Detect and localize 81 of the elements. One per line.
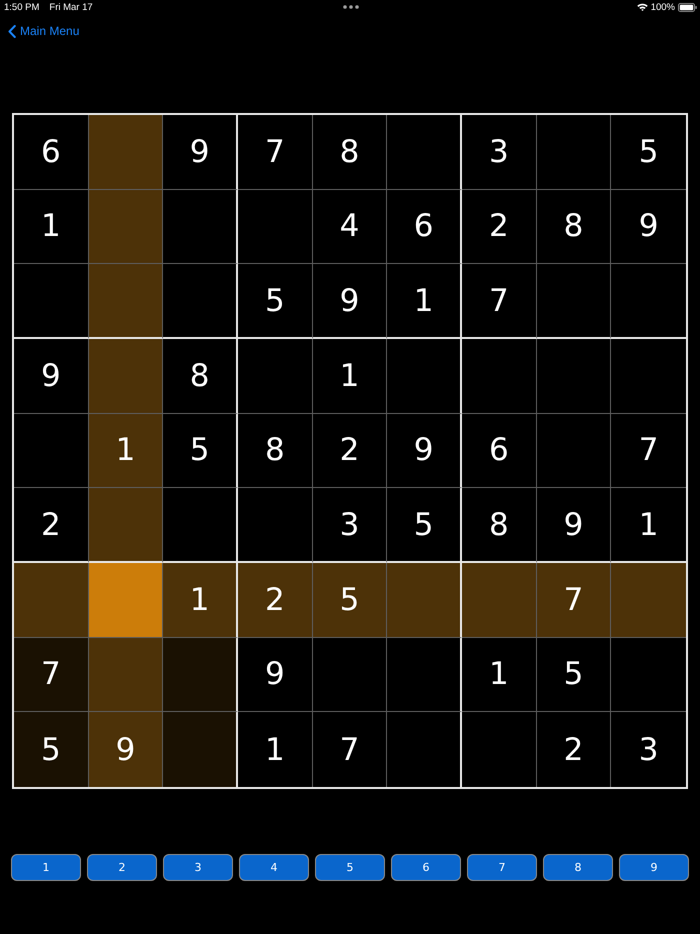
sudoku-cell[interactable]: 6 [462, 414, 537, 488]
sudoku-cell[interactable]: 5 [163, 414, 238, 488]
sudoku-cell[interactable] [312, 638, 388, 712]
number-key[interactable]: 4 [239, 854, 309, 881]
sudoku-cell[interactable]: 7 [238, 115, 313, 190]
sudoku-cell[interactable]: 5 [536, 638, 612, 712]
sudoku-cell[interactable]: 9 [387, 414, 462, 488]
sudoku-cell[interactable] [611, 562, 686, 638]
back-button[interactable]: Main Menu [8, 24, 80, 38]
sudoku-cell[interactable] [88, 264, 164, 339]
sudoku-cell[interactable]: 1 [387, 264, 462, 339]
sudoku-cell[interactable]: 9 [238, 638, 313, 712]
sudoku-cell[interactable] [88, 562, 164, 638]
sudoku-cell[interactable]: 3 [312, 488, 388, 563]
sudoku-cell[interactable]: 1 [462, 638, 537, 712]
status-time: 1:50 PM [4, 2, 40, 12]
sudoku-cell[interactable]: 1 [14, 190, 89, 264]
number-key[interactable]: 1 [11, 854, 81, 881]
number-key[interactable]: 7 [467, 854, 537, 881]
chevron-left-icon [8, 24, 16, 38]
sudoku-cell[interactable]: 2 [238, 562, 313, 638]
sudoku-cell[interactable]: 2 [14, 488, 89, 563]
sudoku-cell[interactable]: 8 [536, 190, 612, 264]
sudoku-cell[interactable]: 9 [88, 712, 164, 787]
sudoku-cell[interactable] [238, 488, 313, 563]
number-key[interactable]: 9 [619, 854, 689, 881]
wifi-icon [636, 3, 648, 11]
battery-percentage: 100% [650, 2, 675, 12]
sudoku-cell[interactable]: 5 [14, 712, 89, 787]
sudoku-cell[interactable] [238, 338, 313, 414]
sudoku-cell[interactable]: 7 [312, 712, 388, 787]
sudoku-cell[interactable] [536, 414, 612, 488]
number-key[interactable]: 6 [391, 854, 461, 881]
number-key[interactable]: 8 [543, 854, 613, 881]
sudoku-cell[interactable]: 7 [611, 414, 686, 488]
number-key[interactable]: 2 [87, 854, 157, 881]
sudoku-cell[interactable]: 9 [536, 488, 612, 563]
battery-icon [678, 2, 697, 12]
status-date: Fri Mar 17 [49, 2, 93, 12]
sudoku-cell[interactable] [14, 562, 89, 638]
sudoku-cell[interactable]: 7 [14, 638, 89, 712]
sudoku-cell[interactable]: 4 [312, 190, 388, 264]
sudoku-cell[interactable]: 5 [312, 562, 388, 638]
sudoku-cell[interactable]: 3 [462, 115, 537, 190]
sudoku-cell[interactable]: 9 [14, 338, 89, 414]
sudoku-cell[interactable]: 9 [312, 264, 388, 339]
multitasking-dots-icon[interactable] [342, 5, 358, 9]
sudoku-cell[interactable] [14, 264, 89, 339]
sudoku-cell[interactable]: 8 [163, 338, 238, 414]
number-key[interactable]: 5 [315, 854, 385, 881]
sudoku-cell[interactable]: 2 [462, 190, 537, 264]
sudoku-cell[interactable] [88, 190, 164, 264]
sudoku-cell[interactable] [88, 488, 164, 563]
sudoku-cell[interactable] [88, 638, 164, 712]
sudoku-cell[interactable] [88, 115, 164, 190]
sudoku-cell[interactable]: 1 [88, 414, 164, 488]
sudoku-cell[interactable]: 8 [312, 115, 388, 190]
sudoku-cell[interactable] [611, 638, 686, 712]
sudoku-cell[interactable]: 7 [536, 562, 612, 638]
sudoku-cell[interactable] [14, 414, 89, 488]
sudoku-cell[interactable]: 9 [611, 190, 686, 264]
sudoku-cell[interactable]: 9 [163, 115, 238, 190]
sudoku-cell[interactable]: 2 [312, 414, 388, 488]
sudoku-cell[interactable] [88, 338, 164, 414]
number-key[interactable]: 3 [163, 854, 233, 881]
sudoku-cell[interactable] [462, 562, 537, 638]
sudoku-cell[interactable]: 5 [387, 488, 462, 563]
sudoku-cell[interactable]: 6 [387, 190, 462, 264]
sudoku-cell[interactable]: 8 [238, 414, 313, 488]
sudoku-cell[interactable]: 7 [462, 264, 537, 339]
sudoku-cell[interactable] [536, 115, 612, 190]
sudoku-cell[interactable]: 6 [14, 115, 89, 190]
sudoku-cell[interactable]: 8 [462, 488, 537, 563]
sudoku-cell[interactable]: 2 [536, 712, 612, 787]
sudoku-cell[interactable]: 1 [312, 338, 388, 414]
sudoku-cell[interactable]: 1 [163, 562, 238, 638]
sudoku-cell[interactable] [536, 338, 612, 414]
sudoku-cell[interactable] [462, 338, 537, 414]
sudoku-cell[interactable] [536, 264, 612, 339]
sudoku-cell[interactable]: 5 [238, 264, 313, 339]
sudoku-cell[interactable] [238, 190, 313, 264]
